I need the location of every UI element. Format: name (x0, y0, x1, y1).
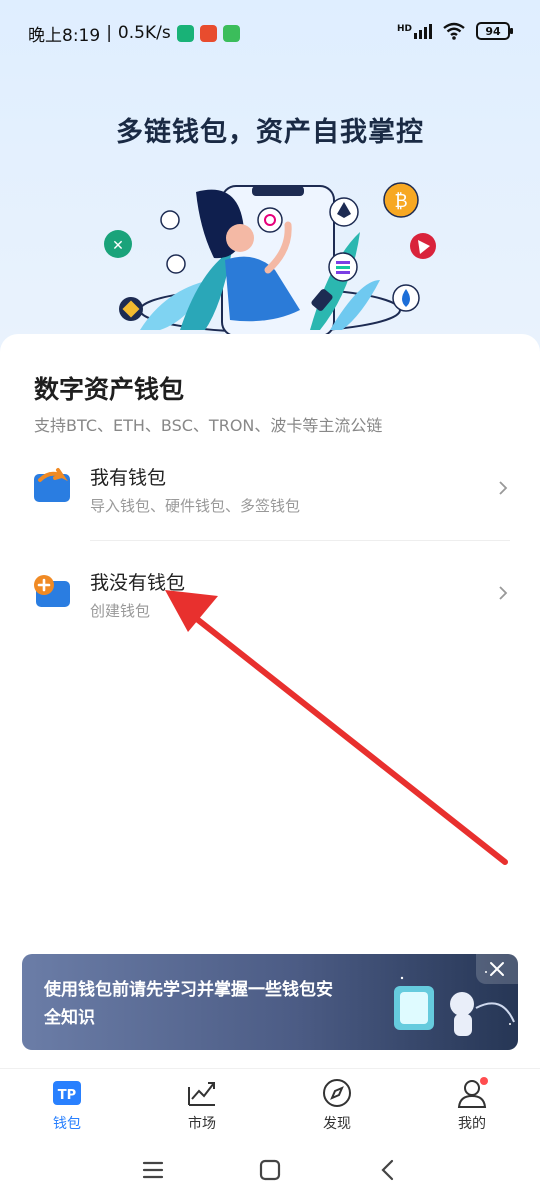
nav-tab-profile[interactable]: 我的 (432, 1077, 512, 1137)
svg-text:✕: ✕ (112, 238, 124, 254)
have-wallet-desc: 导入钱包、硬件钱包、多签钱包 (90, 497, 301, 515)
shield-app-icon (176, 24, 194, 42)
close-icon (490, 962, 504, 976)
signal-icon: HD (396, 23, 432, 39)
hero-title: 多链钱包，资产自我掌控 (116, 117, 424, 148)
banner-close-button[interactable] (476, 954, 518, 984)
compass-icon (323, 1079, 351, 1107)
have-wallet-option[interactable]: 我有钱包 导入钱包、硬件钱包、多签钱包 (0, 450, 540, 540)
chevron-right-icon (499, 481, 508, 495)
profile-icon (457, 1077, 488, 1108)
nav-label-wallet: 钱包 (53, 1116, 81, 1132)
hero-illustration: ₿ ✕ (104, 182, 436, 337)
nav-label-market: 市场 (188, 1116, 216, 1132)
option-divider (90, 540, 510, 541)
import-wallet-icon (34, 468, 70, 502)
hd-label: HD (396, 23, 412, 34)
chevron-right-icon (499, 586, 508, 600)
card-title: 数字资产钱包 (34, 375, 185, 404)
nav-tab-wallet[interactable]: TP 钱包 (27, 1077, 107, 1137)
svg-text:TP: TP (58, 1088, 76, 1103)
nav-tab-discover[interactable]: 发现 (297, 1077, 377, 1137)
tp-wallet-icon: TP (53, 1081, 81, 1105)
create-wallet-icon (34, 575, 70, 607)
chat-app-icon (222, 24, 240, 42)
home-icon[interactable] (256, 1156, 284, 1184)
card-subtitle: 支持BTC、ETH、BSC、TRON、波卡等主流公链 (34, 416, 383, 435)
battery-indicator: 94 (476, 22, 513, 40)
bottom-navigation: TP 钱包 市场 发现 我的 (0, 1068, 540, 1138)
taobao-app-icon (199, 24, 217, 42)
have-wallet-title: 我有钱包 (90, 467, 167, 489)
nav-label-discover: 发现 (323, 1116, 351, 1132)
nav-label-profile: 我的 (458, 1116, 486, 1132)
wifi-icon (443, 22, 465, 40)
status-network-speed: 0.5K/s (117, 23, 171, 43)
no-wallet-title: 我没有钱包 (90, 572, 186, 594)
market-chart-icon (188, 1082, 215, 1106)
banner-text: 使用钱包前请先学习并掌握一些钱包安全知识 (44, 980, 333, 1028)
nav-tab-market[interactable]: 市场 (162, 1077, 242, 1137)
system-navigation-bar (0, 1140, 540, 1200)
status-time: 晚上8:19 (28, 25, 101, 46)
status-bar: 晚上8:19 | 0.5K/s HD 94 (0, 0, 540, 66)
security-tips-banner[interactable]: 使用钱包前请先学习并掌握一些钱包安全知识 (22, 954, 518, 1050)
no-wallet-desc: 创建钱包 (90, 602, 151, 620)
back-icon[interactable] (374, 1156, 402, 1184)
no-wallet-option[interactable]: 我没有钱包 创建钱包 (0, 555, 540, 645)
svg-text:₿: ₿ (394, 191, 407, 212)
menu-icon[interactable] (139, 1156, 167, 1184)
